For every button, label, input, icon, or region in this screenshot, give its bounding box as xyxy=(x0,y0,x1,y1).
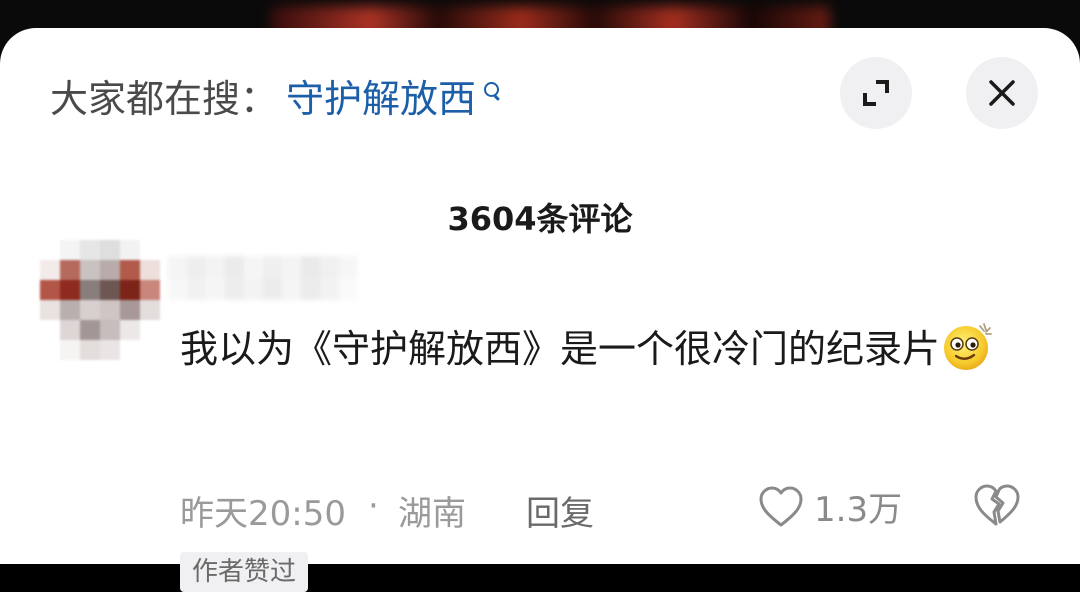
close-icon xyxy=(989,80,1015,106)
heart-icon xyxy=(759,486,803,526)
broken-heart-icon xyxy=(974,484,1020,526)
reply-button[interactable]: 回复 xyxy=(526,486,594,535)
dizzy-smiley-emoji xyxy=(942,320,994,372)
avatar[interactable] xyxy=(40,240,160,364)
comment-count-title: 3604条评论 xyxy=(447,200,633,238)
dislike-button[interactable] xyxy=(972,482,1022,537)
search-suggestion[interactable]: 大家都在搜： 守护解放西 xyxy=(50,68,501,123)
comment-meta: 昨天20:50 · 湖南 回复 1.3万 xyxy=(180,482,1040,535)
search-suggestion-term[interactable]: 守护解放西 xyxy=(286,68,476,123)
search-suggestion-prefix: 大家都在搜： xyxy=(50,76,279,121)
author-liked-badge: 作者赞过 xyxy=(180,552,309,592)
comment-location: 湖南 xyxy=(398,494,466,534)
username-blurred[interactable] xyxy=(168,256,358,300)
expand-button[interactable] xyxy=(840,57,912,129)
comment-text: 我以为《守护解放西》是一个很冷门的纪录片 xyxy=(180,320,1020,378)
like-count: 1.3万 xyxy=(814,490,903,530)
expand-icon xyxy=(863,80,889,106)
comments-sheet: 大家都在搜： 守护解放西 3604条评论 我以为《守护解放西》是一个很冷门的纪录… xyxy=(0,28,1080,592)
meta-separator: · xyxy=(368,486,379,526)
close-button[interactable] xyxy=(966,57,1038,129)
search-icon xyxy=(482,80,501,110)
comment-body: 我以为《守护解放西》是一个很冷门的纪录片 xyxy=(180,327,941,371)
comment-time: 昨天20:50 xyxy=(180,494,346,534)
like-button[interactable]: 1.3万 xyxy=(758,482,902,531)
